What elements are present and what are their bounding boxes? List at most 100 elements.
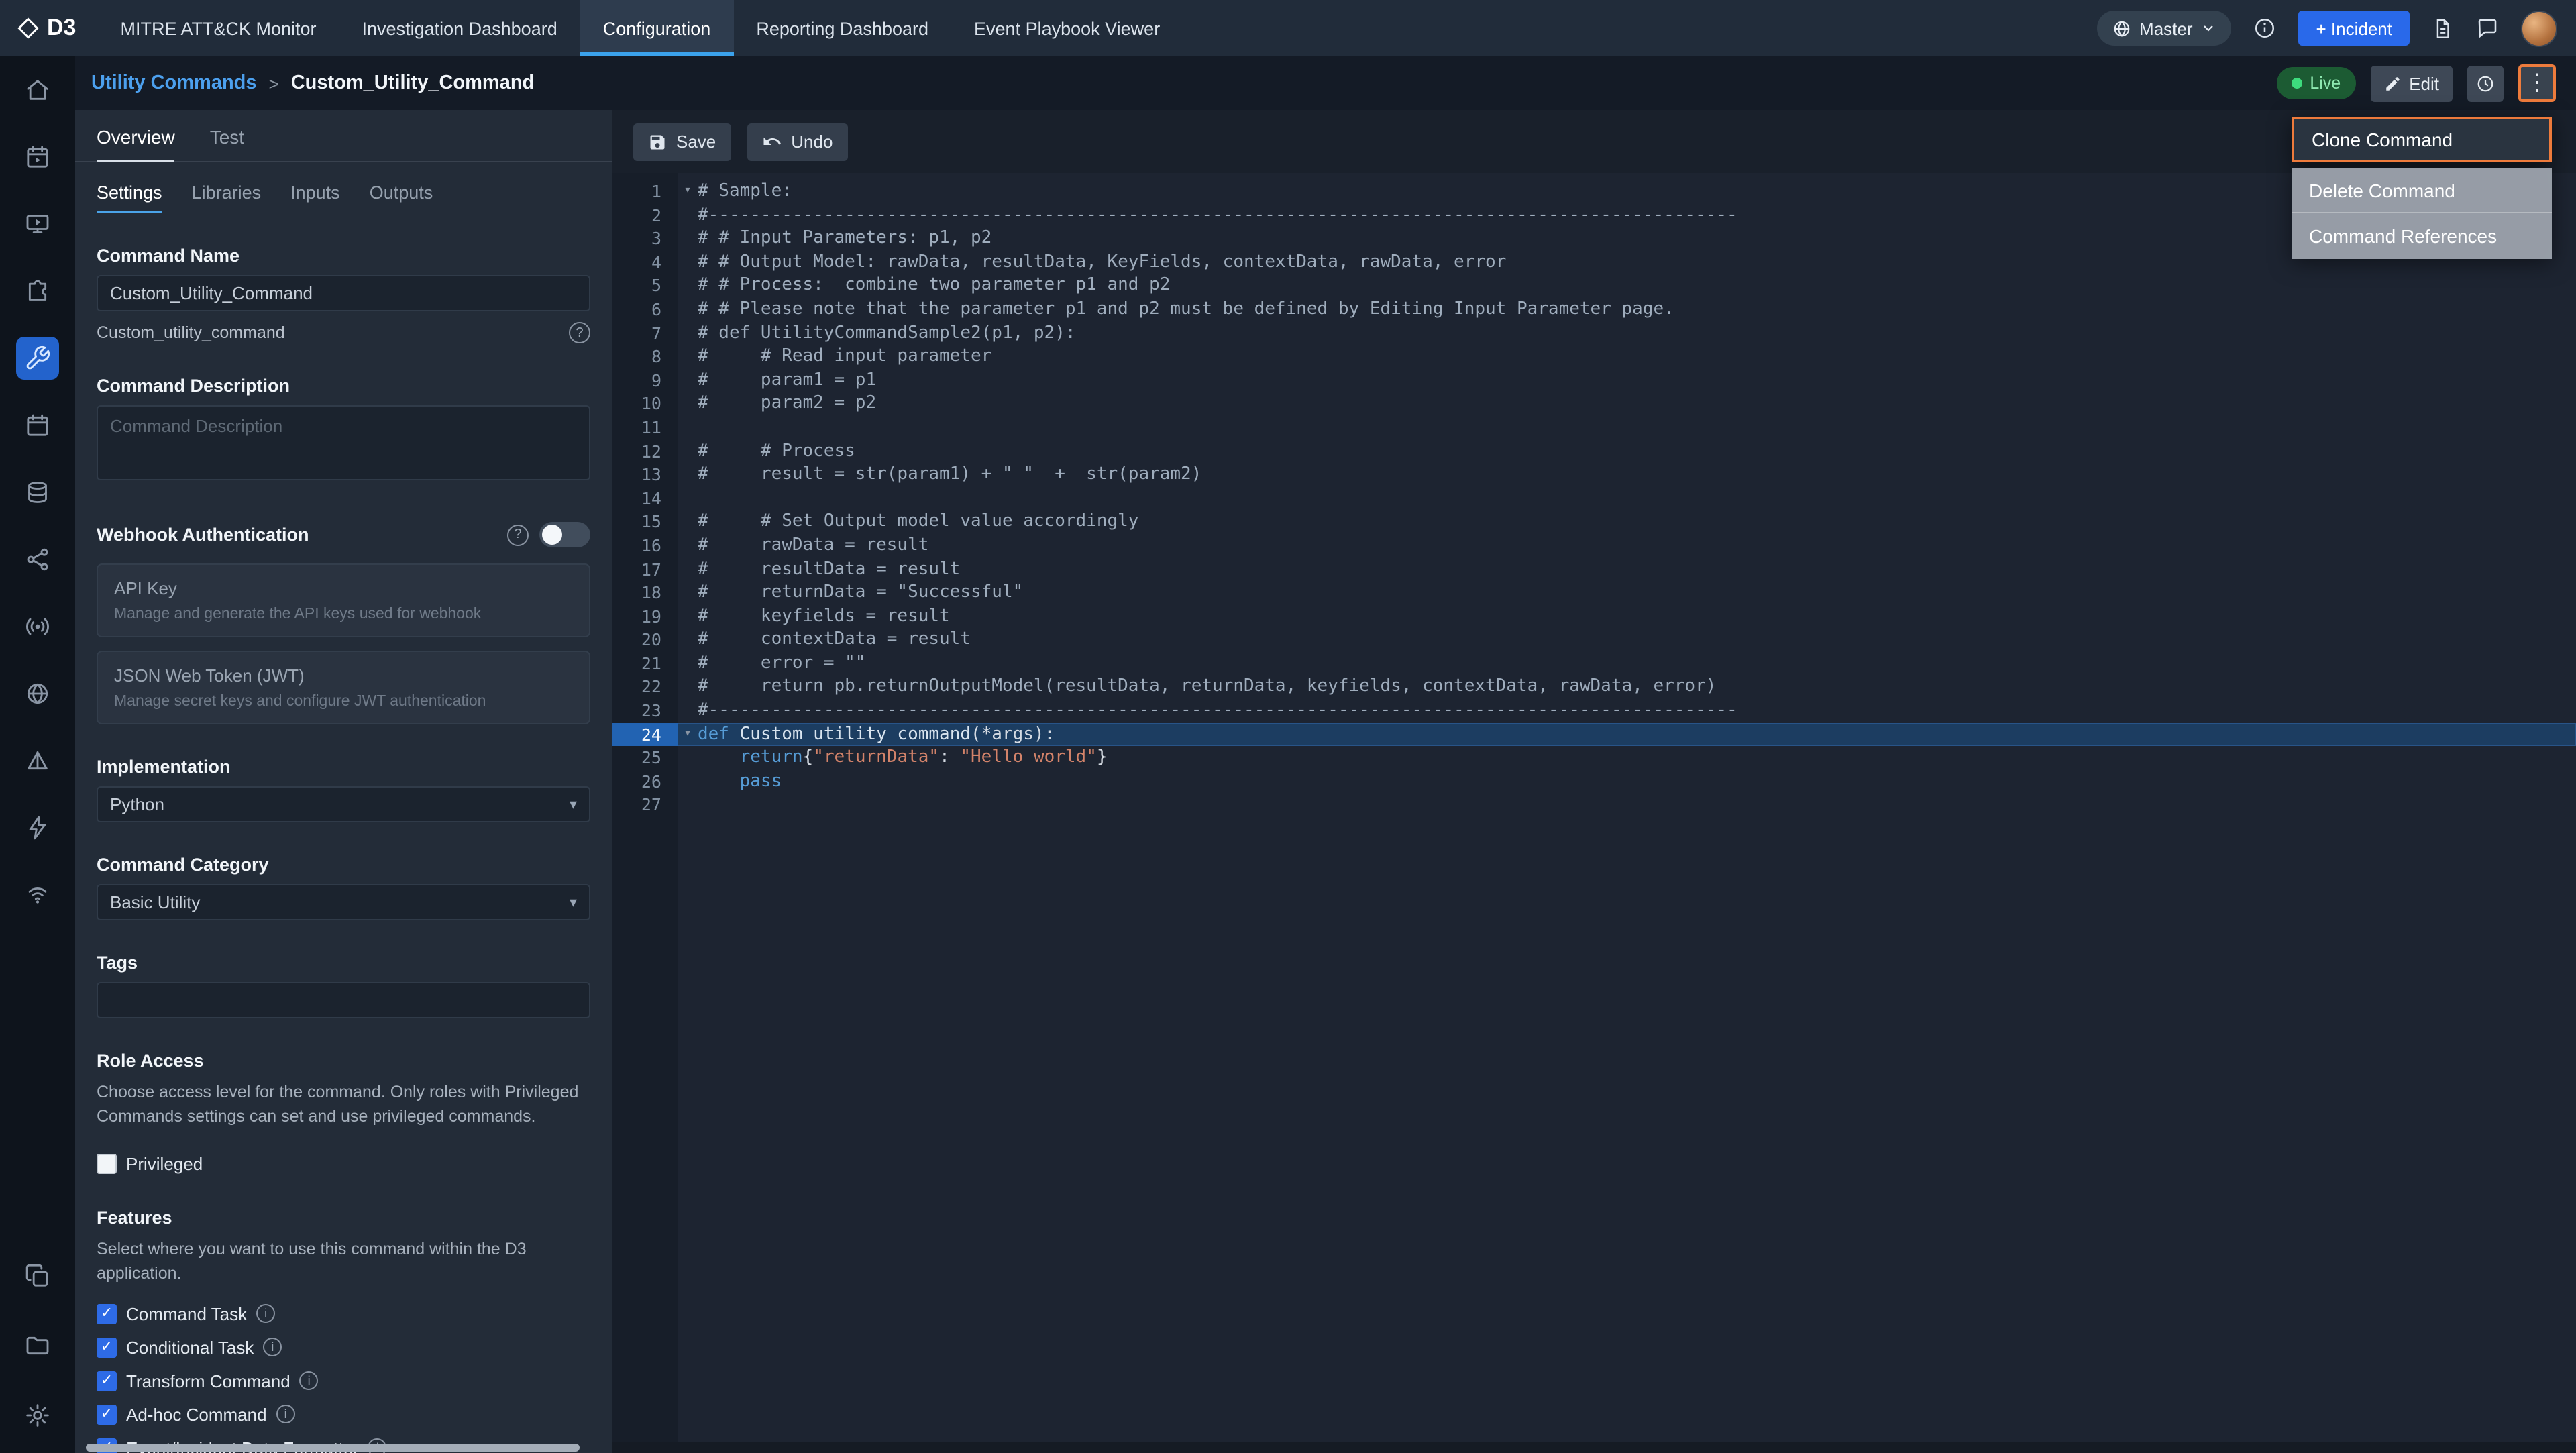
line-number[interactable]: 17: [612, 557, 678, 581]
code-line-6[interactable]: 6 # # Please note that the parameter p1 a…: [612, 298, 2576, 321]
api-key-card[interactable]: API Key Manage and generate the API keys…: [97, 563, 590, 637]
nav-item-investigation-dashboard[interactable]: Investigation Dashboard: [339, 0, 580, 56]
history-button[interactable]: [2467, 65, 2504, 101]
code-line-3[interactable]: 3 # # Input Parameters: p1, p2: [612, 227, 2576, 250]
jwt-card[interactable]: JSON Web Token (JWT) Manage secret keys …: [97, 651, 590, 724]
code-line-17[interactable]: 17 # resultData = result: [612, 557, 2576, 581]
calendar-icon[interactable]: [16, 404, 59, 447]
line-number[interactable]: 23: [612, 699, 678, 722]
lightning-icon[interactable]: [16, 806, 59, 849]
code-line-27[interactable]: 27: [612, 794, 2576, 817]
copy-icon[interactable]: [16, 1254, 59, 1297]
line-number[interactable]: 18: [612, 581, 678, 604]
tags-input[interactable]: [97, 982, 590, 1018]
code-line-11[interactable]: 11: [612, 416, 2576, 439]
code-line-18[interactable]: 18 # returnData = "Successful": [612, 581, 2576, 604]
code-line-14[interactable]: 14: [612, 486, 2576, 510]
code-line-26[interactable]: 26 pass: [612, 770, 2576, 794]
menu-item-command-references[interactable]: Command References: [2292, 213, 2552, 259]
help-icon[interactable]: ?: [569, 322, 590, 343]
save-button[interactable]: Save: [633, 123, 731, 160]
prism-icon[interactable]: [16, 739, 59, 782]
menu-item-clone-command[interactable]: Clone Command: [2292, 117, 2552, 162]
globe-icon[interactable]: [16, 672, 59, 715]
edit-button[interactable]: Edit: [2370, 65, 2453, 101]
breadcrumb-parent-link[interactable]: Utility Commands: [91, 72, 257, 94]
feature-checkbox[interactable]: [97, 1303, 117, 1324]
feature-checkbox[interactable]: [97, 1404, 117, 1424]
nav-item-mitre-att-ck-monitor[interactable]: MITRE ATT&CK Monitor: [97, 0, 339, 56]
feature-checkbox[interactable]: [97, 1337, 117, 1357]
info-icon[interactable]: i: [263, 1338, 282, 1356]
code-line-8[interactable]: 8 # # Read input parameter: [612, 345, 2576, 368]
line-number[interactable]: 1: [612, 180, 678, 203]
line-number[interactable]: 2: [612, 203, 678, 227]
share-nodes-icon[interactable]: [16, 538, 59, 581]
info-icon[interactable]: [2253, 16, 2277, 40]
privileged-checkbox[interactable]: [97, 1154, 117, 1175]
subtab-inputs[interactable]: Inputs: [290, 182, 340, 213]
tab-test[interactable]: Test: [210, 126, 244, 161]
line-number[interactable]: 21: [612, 652, 678, 676]
line-number[interactable]: 14: [612, 486, 678, 510]
tab-overview[interactable]: Overview: [97, 126, 175, 162]
editor-horizontal-scrollbar[interactable]: [612, 1442, 2576, 1453]
user-avatar[interactable]: [2521, 10, 2557, 46]
code-line-20[interactable]: 20 # contextData = result: [612, 629, 2576, 652]
code-line-25[interactable]: 25 return{"returnData": "Hello world"}: [612, 747, 2576, 770]
code-area[interactable]: 1 ▾ # Sample: 2 #---------------------------…: [612, 173, 2576, 1453]
code-line-2[interactable]: 2 #--------------------------------------…: [612, 203, 2576, 227]
command-description-input[interactable]: [97, 405, 590, 480]
line-number[interactable]: 3: [612, 227, 678, 250]
line-number[interactable]: 13: [612, 463, 678, 486]
home-icon[interactable]: [16, 68, 59, 111]
menu-item-delete-command[interactable]: Delete Command: [2292, 168, 2552, 213]
webhook-help-icon[interactable]: ?: [507, 524, 529, 545]
broadcast-icon[interactable]: [16, 605, 59, 648]
d3-logo[interactable]: D3: [0, 0, 97, 56]
line-number[interactable]: 15: [612, 510, 678, 534]
wrench-icon[interactable]: [16, 337, 59, 380]
master-selector[interactable]: Master: [2096, 11, 2232, 46]
nav-item-configuration[interactable]: Configuration: [580, 0, 734, 56]
code-line-16[interactable]: 16 # rawData = result: [612, 534, 2576, 557]
code-line-9[interactable]: 9 # param1 = p1: [612, 369, 2576, 392]
line-number[interactable]: 27: [612, 794, 678, 817]
line-number[interactable]: 22: [612, 676, 678, 699]
subtab-outputs[interactable]: Outputs: [370, 182, 433, 213]
line-number[interactable]: 4: [612, 251, 678, 274]
puzzle-icon[interactable]: [16, 270, 59, 313]
implementation-select[interactable]: Python ▾: [97, 786, 590, 822]
code-line-19[interactable]: 19 # keyfields = result: [612, 604, 2576, 628]
line-number[interactable]: 9: [612, 369, 678, 392]
command-category-select[interactable]: Basic Utility ▾: [97, 884, 590, 920]
code-line-4[interactable]: 4 # # Output Model: rawData, resultData, …: [612, 251, 2576, 274]
code-line-15[interactable]: 15 # # Set Output model value accordingly: [612, 510, 2576, 534]
line-number[interactable]: 25: [612, 747, 678, 770]
fold-arrow-icon[interactable]: ▾: [678, 180, 698, 203]
command-name-input[interactable]: [97, 275, 590, 311]
line-number[interactable]: 20: [612, 629, 678, 652]
line-number[interactable]: 6: [612, 298, 678, 321]
line-number[interactable]: 26: [612, 770, 678, 794]
code-line-12[interactable]: 12 # # Process: [612, 439, 2576, 463]
code-line-23[interactable]: 23 #-------------------------------------…: [612, 699, 2576, 722]
report-icon[interactable]: [2431, 17, 2454, 40]
line-number[interactable]: 10: [612, 392, 678, 416]
info-icon[interactable]: i: [276, 1405, 295, 1423]
panel-horizontal-scrollbar[interactable]: [86, 1444, 580, 1452]
code-line-22[interactable]: 22 # return pb.returnOutputModel(resultDa…: [612, 676, 2576, 699]
subtab-settings[interactable]: Settings: [97, 182, 162, 213]
code-line-10[interactable]: 10 # param2 = p2: [612, 392, 2576, 416]
code-line-21[interactable]: 21 # error = "": [612, 652, 2576, 676]
line-number[interactable]: 19: [612, 604, 678, 628]
code-line-5[interactable]: 5 # # Process: combine two parameter p1 a…: [612, 274, 2576, 298]
more-actions-button[interactable]: ⋮: [2518, 64, 2556, 102]
database-icon[interactable]: [16, 471, 59, 514]
line-number[interactable]: 7: [612, 321, 678, 345]
line-number[interactable]: 11: [612, 416, 678, 439]
folder-icon[interactable]: [16, 1324, 59, 1367]
code-line-13[interactable]: 13 # result = str(param1) + " " + str(par…: [612, 463, 2576, 486]
nav-item-event-playbook-viewer[interactable]: Event Playbook Viewer: [951, 0, 1183, 56]
gear-icon[interactable]: [16, 1394, 59, 1437]
